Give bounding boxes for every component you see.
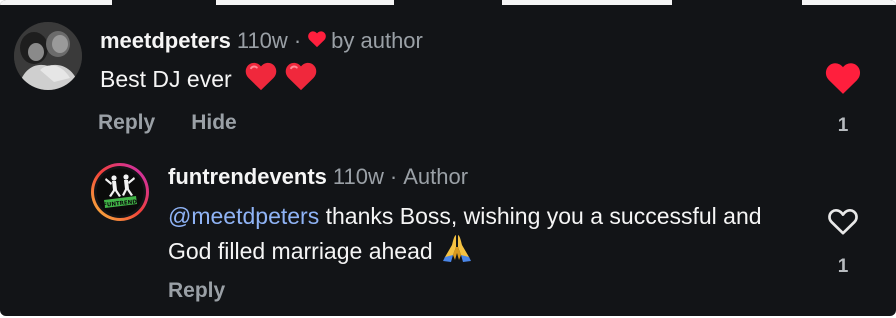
heart-filled-icon [825,63,861,94]
avatar[interactable]: FUNTREND [90,162,150,222]
comment-body: Best DJ ever [100,65,232,92]
folded-hands-emoji-icon [441,233,473,272]
red-heart-emoji-icon [284,60,318,98]
hide-button[interactable]: Hide [191,111,237,135]
comment-text: @meetdpeters thanks Boss, wishing you a … [168,200,808,272]
reply-button[interactable]: Reply [168,279,225,303]
heart-outline-icon [828,208,858,235]
top-divider [0,0,896,5]
username[interactable]: funtrendevents [168,164,327,190]
like-button[interactable] [824,60,862,96]
comment-actions: Reply Hide [98,110,237,136]
like-count: 1 [837,256,849,277]
username[interactable]: meetdpeters [100,28,231,54]
mention-link[interactable]: @meetdpeters [168,203,319,229]
liked-by-author-label: by author [331,28,423,53]
comment-age: 110w [236,28,288,53]
red-heart-emoji-icon [244,60,278,98]
comment-header: funtrendevents 110w · Author [168,164,468,190]
separator: · [293,28,302,53]
separator: · [389,164,398,189]
heart-icon [307,28,327,54]
comments-panel: meetdpeters 110w · by author Best DJ eve… [0,0,896,316]
avatar[interactable] [14,22,82,90]
comment-actions: Reply [168,278,225,304]
comment-age: 110w [332,164,384,189]
reply-button[interactable]: Reply [98,111,155,135]
comment-header: meetdpeters 110w · by author [100,28,423,54]
comment-text: Best DJ ever [100,62,318,94]
like-count: 1 [837,115,849,136]
author-label: Author [403,164,469,189]
like-button[interactable] [826,205,860,237]
